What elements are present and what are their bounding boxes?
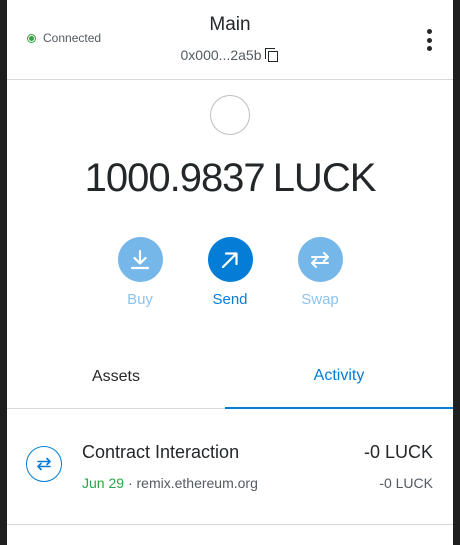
kebab-dot	[426, 29, 432, 34]
background-right	[453, 0, 460, 545]
send-button[interactable]: Send	[195, 237, 265, 308]
account-name[interactable]: Main	[7, 14, 453, 36]
send-label: Send	[212, 291, 248, 308]
download-icon	[117, 237, 163, 282]
wallet-panel: Connected Main 0x000...2a5b 1000.9837 LUC…	[7, 0, 453, 545]
swap-button[interactable]: Swap	[285, 237, 355, 308]
tab-assets[interactable]: Assets	[7, 345, 225, 409]
account-address[interactable]: 0x000...2a5b	[7, 47, 453, 63]
transaction-secondary-amount: -0 LUCK	[379, 475, 433, 491]
background-left	[0, 0, 7, 545]
kebab-dot	[426, 37, 432, 43]
address-text: 0x000...2a5b	[180, 47, 262, 63]
token-icon	[210, 95, 250, 135]
account-menu-button[interactable]	[423, 29, 435, 51]
buy-label: Buy	[127, 291, 153, 308]
swap-arrows-icon	[26, 446, 62, 482]
transaction-title: Contract Interaction	[82, 442, 240, 462]
copy-icon[interactable]	[265, 48, 279, 62]
swap-icon	[297, 237, 343, 282]
transaction-separator: ·	[127, 475, 133, 491]
token-balance: 1000.9837 LUCK	[7, 156, 453, 201]
tab-activity[interactable]: Activity	[225, 345, 453, 409]
arrow-up-right-icon	[207, 237, 253, 282]
account-header: Connected Main 0x000...2a5b	[7, 0, 453, 80]
swap-label: Swap	[301, 291, 339, 308]
transaction-row[interactable]: Contract Interaction Jun 29 · remix.ethe…	[7, 410, 453, 525]
transaction-subtitle: Jun 29 · remix.ethereum.org	[82, 475, 258, 491]
balance-amount: 1000.9837	[84, 156, 266, 200]
transaction-origin: remix.ethereum.org	[136, 475, 258, 491]
transaction-amount: -0 LUCK	[363, 442, 433, 462]
balance-unit: LUCK	[272, 156, 377, 200]
transaction-date: Jun 29	[82, 475, 125, 491]
kebab-dot	[426, 46, 432, 51]
wallet-actions: Buy Send Swap	[7, 237, 453, 317]
buy-button[interactable]: Buy	[105, 237, 175, 308]
asset-tabs: Assets Activity	[7, 345, 453, 409]
